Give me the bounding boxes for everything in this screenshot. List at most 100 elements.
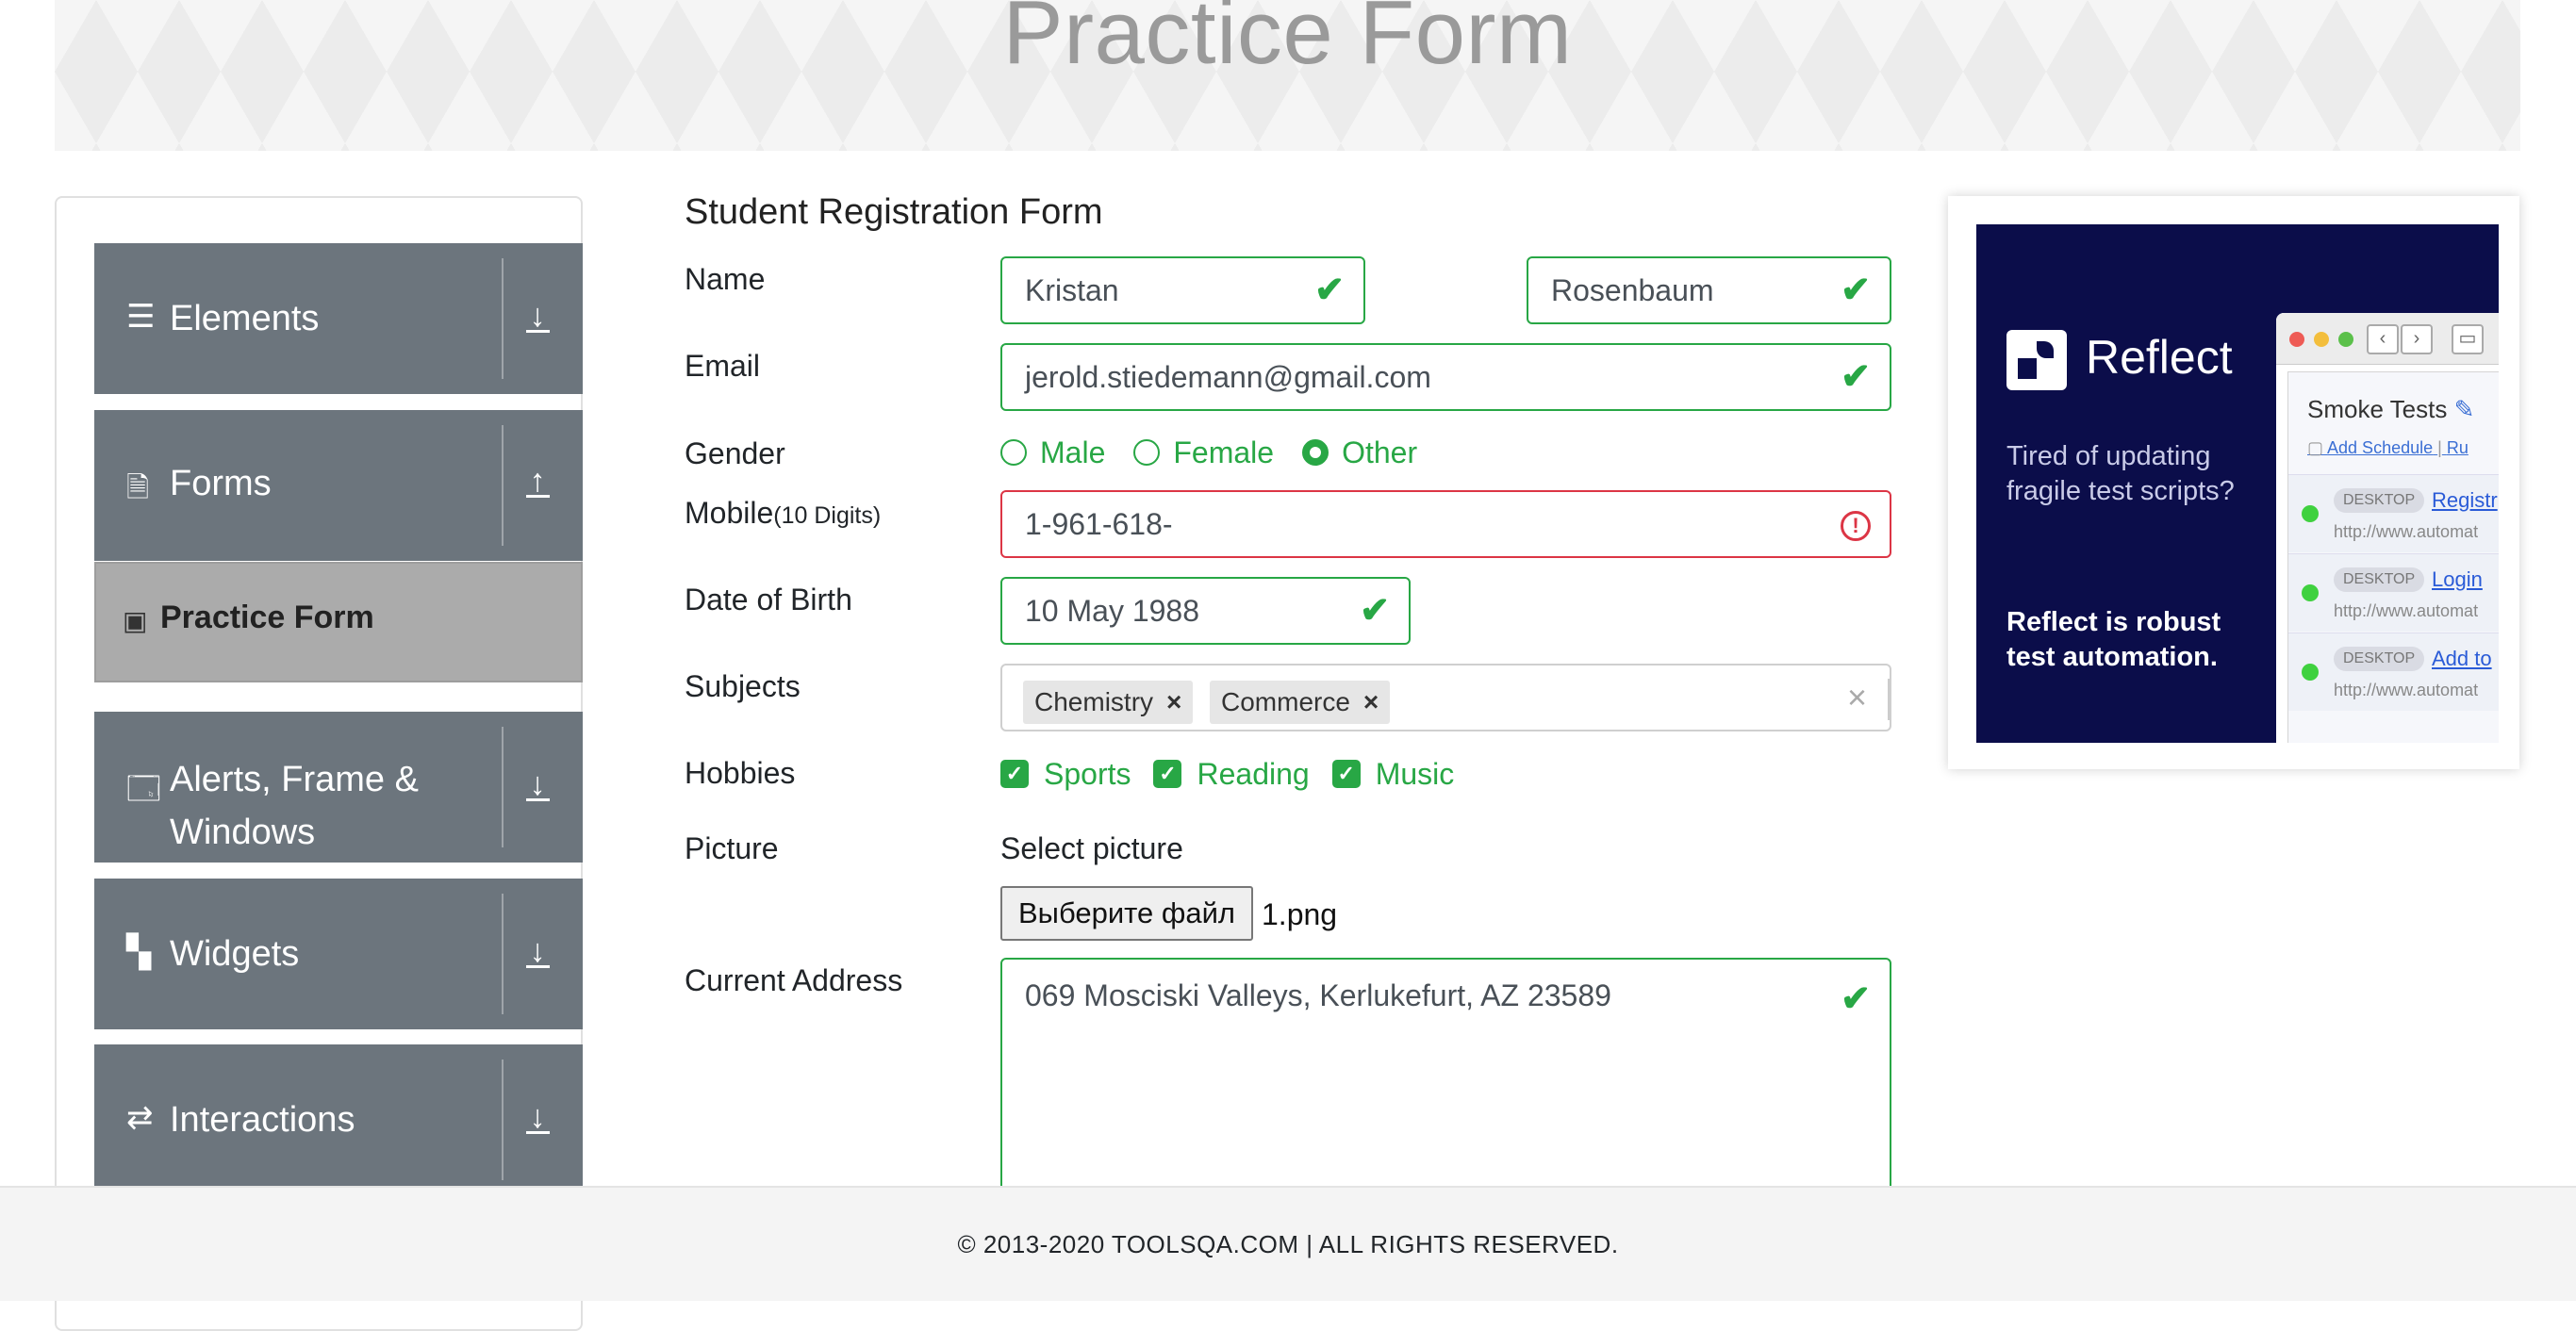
first-name-field[interactable]: Kristan ✔	[1000, 256, 1365, 324]
picture-label: Picture	[685, 831, 779, 865]
arrow-down-icon[interactable]: ↓	[504, 298, 571, 335]
reflect-logo-icon	[2006, 330, 2067, 390]
sidebar-group-forms[interactable]: 🗎 Forms ↑	[94, 410, 583, 561]
radio-icon[interactable]	[1000, 439, 1027, 466]
test-url: http://www.automat	[2334, 681, 2479, 699]
page-title: Practice Form	[1002, 0, 1573, 83]
radio-label: Male	[1040, 435, 1106, 469]
last-name-field[interactable]: Rosenbaum ✔	[1527, 256, 1891, 324]
mobile-value: 1-961-618-	[1025, 507, 1173, 541]
hobby-checkbox-reading[interactable]: ✓ Reading	[1153, 757, 1310, 792]
widgets-icon: ▚	[126, 934, 152, 970]
checkbox-checked-icon[interactable]: ✓	[1331, 760, 1361, 788]
radio-icon[interactable]	[1133, 439, 1161, 466]
gender-label: Gender	[685, 436, 785, 470]
form-title: Student Registration Form	[685, 192, 1103, 232]
calendar-icon: ▢	[2307, 438, 2324, 457]
forward-icon: ›	[2401, 324, 2433, 354]
header-banner: Practice Form	[55, 0, 2520, 151]
ad-banner[interactable]: Reflect Tired of updating fragile test s…	[1948, 196, 2519, 769]
sidebar-group-alerts[interactable]: 🗔 Alerts, Frame & Windows ↓	[94, 712, 583, 863]
tests-panel: Smoke Tests ✎ ▢ Add Schedule | Ru DESKTO…	[2287, 371, 2499, 743]
mock-schedule-links: ▢ Add Schedule | Ru	[2307, 438, 2469, 457]
remove-chip-icon[interactable]: ×	[1166, 687, 1181, 716]
mobile-label-text: Mobile	[685, 496, 774, 530]
radio-selected-icon[interactable]	[1302, 439, 1329, 466]
arrow-down-icon[interactable]: ↓	[504, 766, 571, 803]
ad-brand: Reflect	[2086, 331, 2233, 384]
subjects-input[interactable]: Chemistry × Commerce × ×	[1000, 664, 1891, 731]
gender-radio-other[interactable]: Other	[1302, 435, 1417, 470]
html5-icon: ▣	[123, 606, 148, 635]
mock-title: Smoke Tests ✎	[2307, 395, 2474, 424]
sidebar: ☰ Elements ↓ 🗎 Forms ↑ ▣ Practice Form 🗔…	[55, 196, 583, 1331]
window-titlebar: ‹ › ▭	[2276, 313, 2499, 365]
file-name: 1.png	[1262, 897, 1338, 931]
test-row: DESKTOP Add to http://www.automat	[2288, 633, 2499, 711]
document-icon: 🗎	[126, 472, 150, 503]
sidebar-toggle-icon: ▭	[2452, 324, 2484, 354]
test-row: DESKTOP Registr http://www.automat	[2288, 474, 2499, 552]
dob-value: 10 May 1988	[1025, 594, 1200, 628]
check-icon: ✔	[1841, 979, 1871, 1019]
arrow-down-icon[interactable]: ↓	[504, 1099, 571, 1136]
check-icon: ✔	[1841, 357, 1871, 397]
subjects-label: Subjects	[685, 669, 801, 703]
subject-chip: Chemistry ×	[1023, 681, 1194, 724]
email-value: jerold.stiedemann@gmail.com	[1025, 360, 1431, 394]
choose-file-button[interactable]: Выберите файл	[1000, 886, 1253, 941]
sidebar-item-practice-form[interactable]: ▣ Practice Form	[94, 562, 583, 682]
dob-field[interactable]: 10 May 1988 ✔	[1000, 577, 1411, 645]
sidebar-group-label: Alerts, Frame & Windows	[170, 760, 419, 852]
radio-label: Female	[1173, 435, 1275, 469]
hobby-checkbox-music[interactable]: ✓ Music	[1331, 757, 1454, 792]
test-url: http://www.automat	[2334, 601, 2479, 620]
run-link: Ru	[2446, 438, 2469, 457]
ad-tagline: Tired of updating fragile test scripts?	[2006, 441, 2235, 506]
last-name-value: Rosenbaum	[1551, 273, 1714, 307]
name-label: Name	[685, 262, 766, 296]
add-schedule-link: Add Schedule	[2327, 438, 2434, 457]
mobile-hint: (10 Digits)	[773, 502, 882, 529]
ad-headline: Reflect is robust test automation.	[2006, 607, 2221, 672]
radio-label: Other	[1342, 435, 1418, 469]
gender-radio-male[interactable]: Male	[1000, 435, 1105, 470]
address-label: Current Address	[685, 963, 903, 997]
hobby-checkbox-sports[interactable]: ✓ Sports	[1000, 757, 1131, 792]
copyright-text: © 2013-2020 TOOLSQA.COM | ALL RIGHTS RES…	[957, 1230, 1619, 1258]
sidebar-group-widgets[interactable]: ▚ Widgets ↓	[94, 879, 583, 1029]
arrow-up-icon[interactable]: ↑	[504, 463, 571, 500]
sidebar-group-label: Interactions	[170, 1100, 355, 1140]
arrow-down-icon[interactable]: ↓	[504, 933, 571, 970]
platform-tag: DESKTOP	[2334, 647, 2425, 671]
email-label: Email	[685, 349, 761, 383]
sidebar-group-interactions[interactable]: ⇄ Interactions ↓	[94, 1044, 583, 1195]
first-name-value: Kristan	[1025, 273, 1119, 307]
test-link: Registr	[2432, 488, 2498, 512]
sidebar-group-label: Widgets	[170, 934, 300, 974]
minimize-dot-icon	[2314, 332, 2329, 347]
app-screenshot: ‹ › ▭ Smoke Tests ✎ ▢ Add Schedule | Ru …	[2276, 313, 2499, 743]
checkbox-checked-icon[interactable]: ✓	[1000, 760, 1029, 788]
clear-icon[interactable]: ×	[1847, 666, 1867, 730]
pencil-icon: ✎	[2453, 395, 2475, 423]
email-field[interactable]: jerold.stiedemann@gmail.com ✔	[1000, 343, 1891, 411]
test-row: DESKTOP Login http://www.automat	[2288, 553, 2499, 632]
remove-chip-icon[interactable]: ×	[1363, 687, 1379, 716]
check-icon: ✔	[1360, 591, 1390, 631]
footer: © 2013-2020 TOOLSQA.COM | ALL RIGHTS RES…	[0, 1186, 2576, 1301]
sidebar-group-label: Forms	[170, 464, 272, 503]
hamburger-icon: ☰	[126, 299, 156, 335]
error-icon: !	[1841, 511, 1871, 541]
gender-radio-female[interactable]: Female	[1133, 435, 1274, 470]
check-icon: ✔	[1841, 271, 1871, 310]
address-textarea[interactable]: 069 Mosciski Valleys, Kerlukefurt, AZ 23…	[1000, 958, 1891, 1203]
checkbox-label: Sports	[1044, 756, 1131, 791]
sidebar-group-elements[interactable]: ☰ Elements ↓	[94, 243, 583, 394]
window-icon: 🗔	[126, 771, 161, 807]
checkbox-checked-icon[interactable]: ✓	[1153, 760, 1182, 788]
platform-tag: DESKTOP	[2334, 567, 2425, 592]
test-url: http://www.automat	[2334, 522, 2479, 541]
close-dot-icon	[2289, 332, 2304, 347]
mobile-field[interactable]: 1-961-618- !	[1000, 490, 1891, 558]
